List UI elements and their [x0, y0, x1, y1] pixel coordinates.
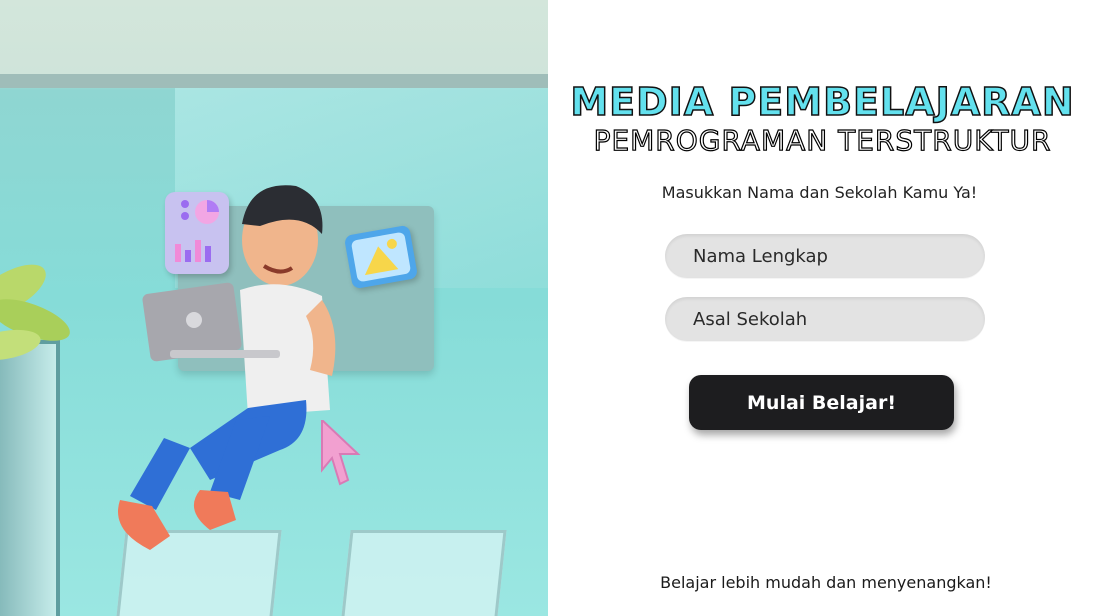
- full-name-input[interactable]: [665, 234, 985, 278]
- window-frame: [0, 340, 60, 616]
- school-input[interactable]: [665, 297, 985, 341]
- tagline: Belajar lebih mudah dan menyenangkan!: [660, 573, 992, 592]
- form-prompt: Masukkan Nama dan Sekolah Kamu Ya!: [661, 183, 978, 202]
- page-title: MEDIA PEMBELAJARAN: [570, 79, 1075, 125]
- ceiling-beam: [0, 74, 548, 88]
- student-with-laptop: [118, 185, 336, 550]
- page-subtitle: PEMROGRAMAN TERSTRUKTUR: [593, 123, 1052, 157]
- login-panel: MEDIA PEMBELAJARAN PEMROGRAMAN TERSTRUKT…: [548, 0, 1097, 616]
- glass-pane: [339, 530, 507, 616]
- hero-illustration: [0, 0, 548, 616]
- start-learning-button[interactable]: Mulai Belajar!: [689, 375, 954, 430]
